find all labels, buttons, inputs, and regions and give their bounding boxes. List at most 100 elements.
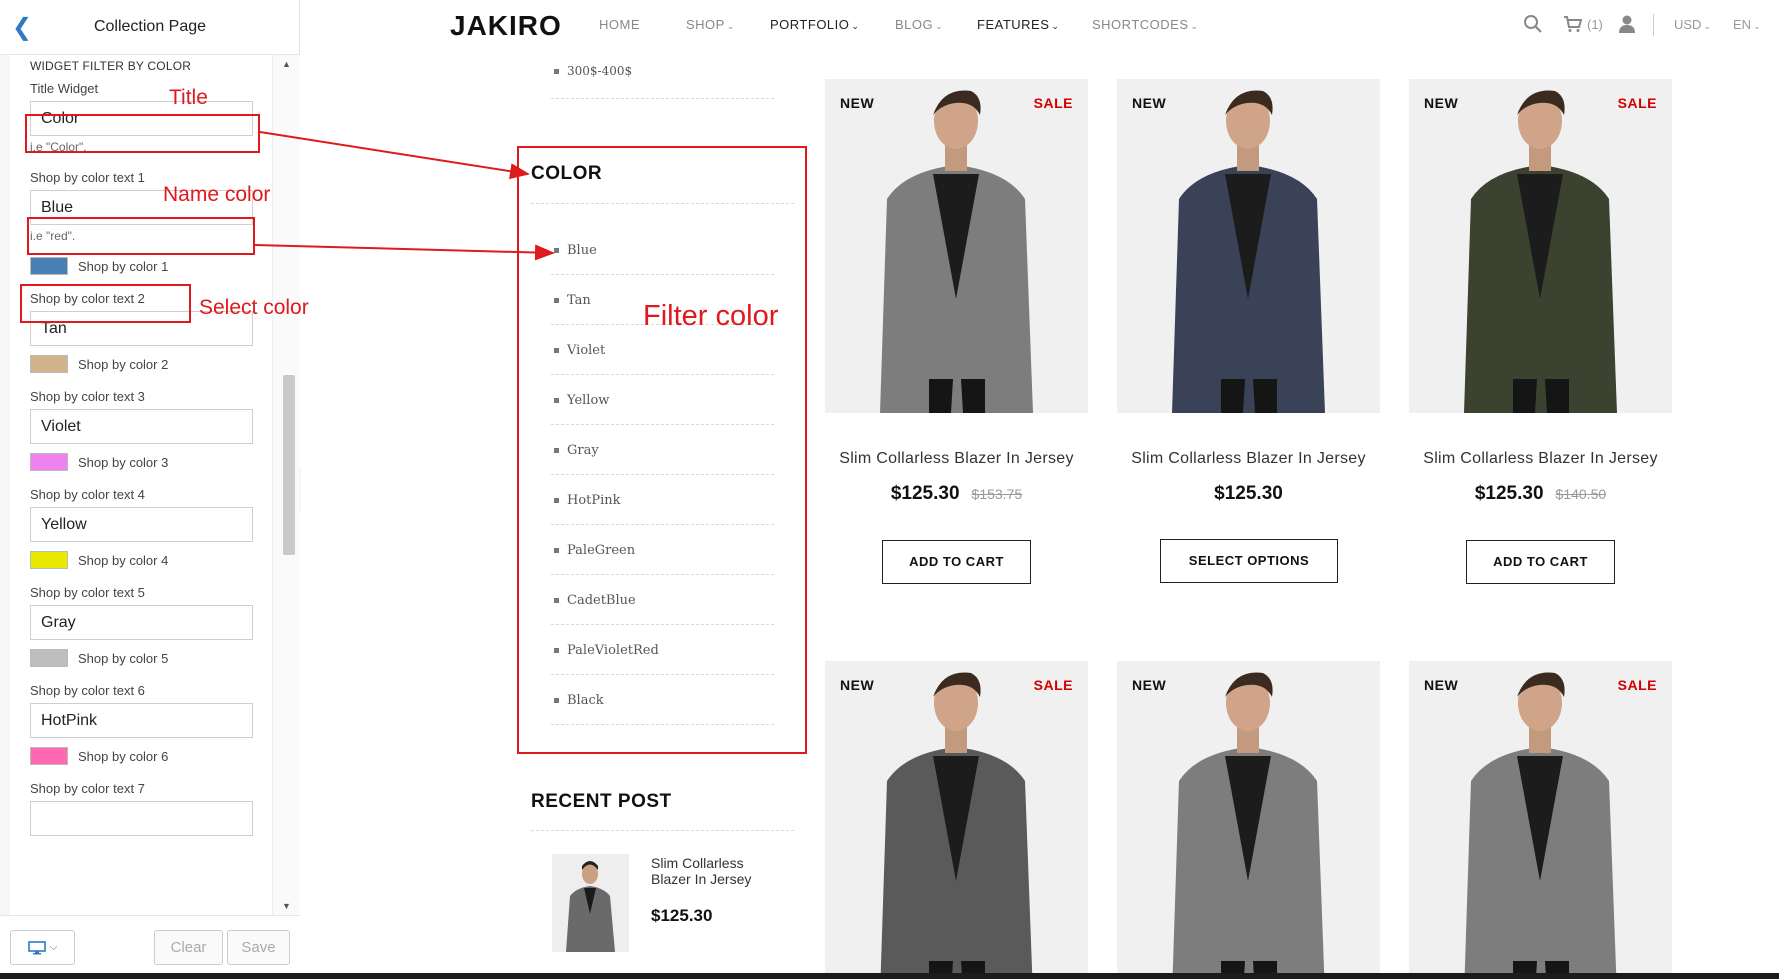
- color-filter-item[interactable]: HotPink: [551, 475, 774, 525]
- clear-button[interactable]: Clear: [154, 930, 223, 965]
- nav-home[interactable]: HOME: [599, 17, 640, 32]
- color-text-input-3[interactable]: [30, 409, 253, 444]
- bullet: [554, 698, 559, 703]
- price-filter-label: 300$-400$: [567, 64, 633, 78]
- color-filter-item[interactable]: PaleGreen: [551, 525, 774, 575]
- color-filter-item[interactable]: PaleVioletRed: [551, 625, 774, 675]
- device-preview-button[interactable]: ⌵: [10, 930, 75, 965]
- price: $125.30: [1474, 483, 1544, 504]
- new-badge: NEW: [840, 677, 875, 693]
- language-label: EN: [1733, 17, 1752, 32]
- product-image[interactable]: NEW SALE: [825, 661, 1088, 979]
- model-photo: [1117, 79, 1380, 413]
- swatch-6[interactable]: [30, 747, 68, 765]
- currency-selector[interactable]: USD ⌄: [1674, 17, 1711, 32]
- nav-shortcodes[interactable]: SHORTCODES ⌄: [1092, 17, 1199, 32]
- color-filter-item[interactable]: Black: [551, 675, 774, 725]
- color-swatch-4[interactable]: Shop by color 4: [30, 549, 168, 571]
- title-widget-input[interactable]: [30, 101, 253, 136]
- sale-badge: SALE: [1617, 95, 1657, 111]
- new-badge: NEW: [1132, 95, 1167, 111]
- color-text-label-4: Shop by color text 4: [30, 487, 145, 502]
- nav-shortcodes-label: SHORTCODES: [1092, 17, 1189, 32]
- color-swatch-6[interactable]: Shop by color 6: [30, 745, 168, 767]
- swatch-3[interactable]: [30, 453, 68, 471]
- store-logo[interactable]: JAKIRO: [450, 10, 562, 42]
- nav-portfolio[interactable]: PORTFOLIO ⌄: [770, 17, 859, 32]
- add-to-cart-button[interactable]: ADD TO CART: [882, 540, 1031, 584]
- color-filter-item[interactable]: Gray: [551, 425, 774, 475]
- cart-count[interactable]: (1): [1587, 17, 1603, 32]
- recent-post-name[interactable]: Slim Collarless Blazer In Jersey: [651, 855, 761, 887]
- product-image[interactable]: NEW SALE: [825, 79, 1088, 413]
- bullet: [554, 548, 559, 553]
- product-name[interactable]: Slim Collarless Blazer In Jersey: [1117, 450, 1380, 468]
- save-button[interactable]: Save: [227, 930, 290, 965]
- color-filter-label: Black: [567, 693, 604, 708]
- color-text-label-3: Shop by color text 3: [30, 389, 145, 404]
- color-text-label-5: Shop by color text 5: [30, 585, 145, 600]
- price: $125.30: [1214, 483, 1283, 504]
- nav-features-label: FEATURES: [977, 17, 1050, 32]
- nav-shop-label: SHOP: [686, 17, 725, 32]
- editor-title: Collection Page: [93, 18, 207, 35]
- add-to-cart-button[interactable]: ADD TO CART: [1466, 540, 1615, 584]
- nav-blog[interactable]: BLOG ⌄: [895, 17, 943, 32]
- swatch-4[interactable]: [30, 551, 68, 569]
- store-preview: JAKIRO HOME SHOP ⌄ PORTFOLIO ⌄ BLOG ⌄ FEATU…: [301, 0, 1779, 979]
- color-swatch-2[interactable]: Shop by color 2: [30, 353, 168, 375]
- scroll-down-icon[interactable]: ▼: [282, 901, 291, 911]
- nav-shop[interactable]: SHOP ⌄: [686, 17, 735, 32]
- product-image[interactable]: NEW: [1117, 661, 1380, 979]
- cart-icon[interactable]: [1563, 14, 1583, 34]
- product-image[interactable]: NEW: [1117, 79, 1380, 413]
- color-filter-item[interactable]: Blue: [551, 225, 774, 275]
- product-image[interactable]: NEW SALE: [1409, 661, 1672, 979]
- bullet: [554, 648, 559, 653]
- color-text-input-5[interactable]: [30, 605, 253, 640]
- nav-portfolio-label: PORTFOLIO: [770, 17, 850, 32]
- color-filter-item[interactable]: CadetBlue: [551, 575, 774, 625]
- recent-post-thumbnail[interactable]: [552, 854, 629, 952]
- color-swatch-5[interactable]: Shop by color 5: [30, 647, 168, 669]
- bullet: [554, 248, 559, 253]
- scroll-thumb[interactable]: [283, 375, 295, 555]
- color-text-input-6[interactable]: [30, 703, 253, 738]
- product-image[interactable]: NEW SALE: [1409, 79, 1672, 413]
- chevron-down-icon: ⌄: [1753, 21, 1761, 31]
- product-price: $125.30: [1117, 483, 1380, 505]
- model-photo: [1409, 79, 1672, 413]
- product-name[interactable]: Slim Collarless Blazer In Jersey: [825, 450, 1088, 468]
- color-swatch-3[interactable]: Shop by color 3: [30, 451, 168, 473]
- swatch-label-4: Shop by color 4: [78, 552, 169, 568]
- chevron-down-icon: ⌄: [1190, 21, 1199, 31]
- new-badge: NEW: [840, 95, 875, 111]
- nav-features[interactable]: FEATURES ⌄: [977, 17, 1059, 32]
- user-icon[interactable]: [1617, 14, 1637, 34]
- editor-scrollbar[interactable]: ▲ ▼: [272, 55, 300, 915]
- select-options-button[interactable]: SELECT OPTIONS: [1160, 539, 1338, 583]
- old-price: $153.75: [971, 486, 1023, 502]
- model-photo: [825, 661, 1088, 979]
- price-filter-item[interactable]: 300$-400$: [554, 64, 632, 78]
- annotation-name-color: Name color: [163, 183, 271, 206]
- color-swatch-1[interactable]: Shop by color 1: [30, 255, 168, 277]
- product-name[interactable]: Slim Collarless Blazer In Jersey: [1409, 450, 1672, 468]
- scroll-up-icon[interactable]: ▲: [282, 59, 291, 69]
- sale-badge: SALE: [1617, 677, 1657, 693]
- swatch-5[interactable]: [30, 649, 68, 667]
- color-filter-item[interactable]: Yellow: [551, 375, 774, 425]
- color-filter-label: Blue: [567, 243, 597, 258]
- swatch-2[interactable]: [30, 355, 68, 373]
- swatch-1[interactable]: [30, 257, 68, 275]
- color-text-input-4[interactable]: [30, 507, 253, 542]
- bullet: [554, 598, 559, 603]
- nav-divider: [1653, 14, 1654, 36]
- swatch-label-1: Shop by color 1: [78, 258, 169, 274]
- language-selector[interactable]: EN ⌄: [1733, 17, 1761, 32]
- desktop-icon: [27, 940, 46, 954]
- search-icon[interactable]: [1523, 14, 1543, 34]
- color-text-input-7[interactable]: [30, 801, 253, 836]
- main-nav: JAKIRO HOME SHOP ⌄ PORTFOLIO ⌄ BLOG ⌄ FEATU…: [301, 0, 1779, 50]
- bottom-bar: [0, 973, 1779, 979]
